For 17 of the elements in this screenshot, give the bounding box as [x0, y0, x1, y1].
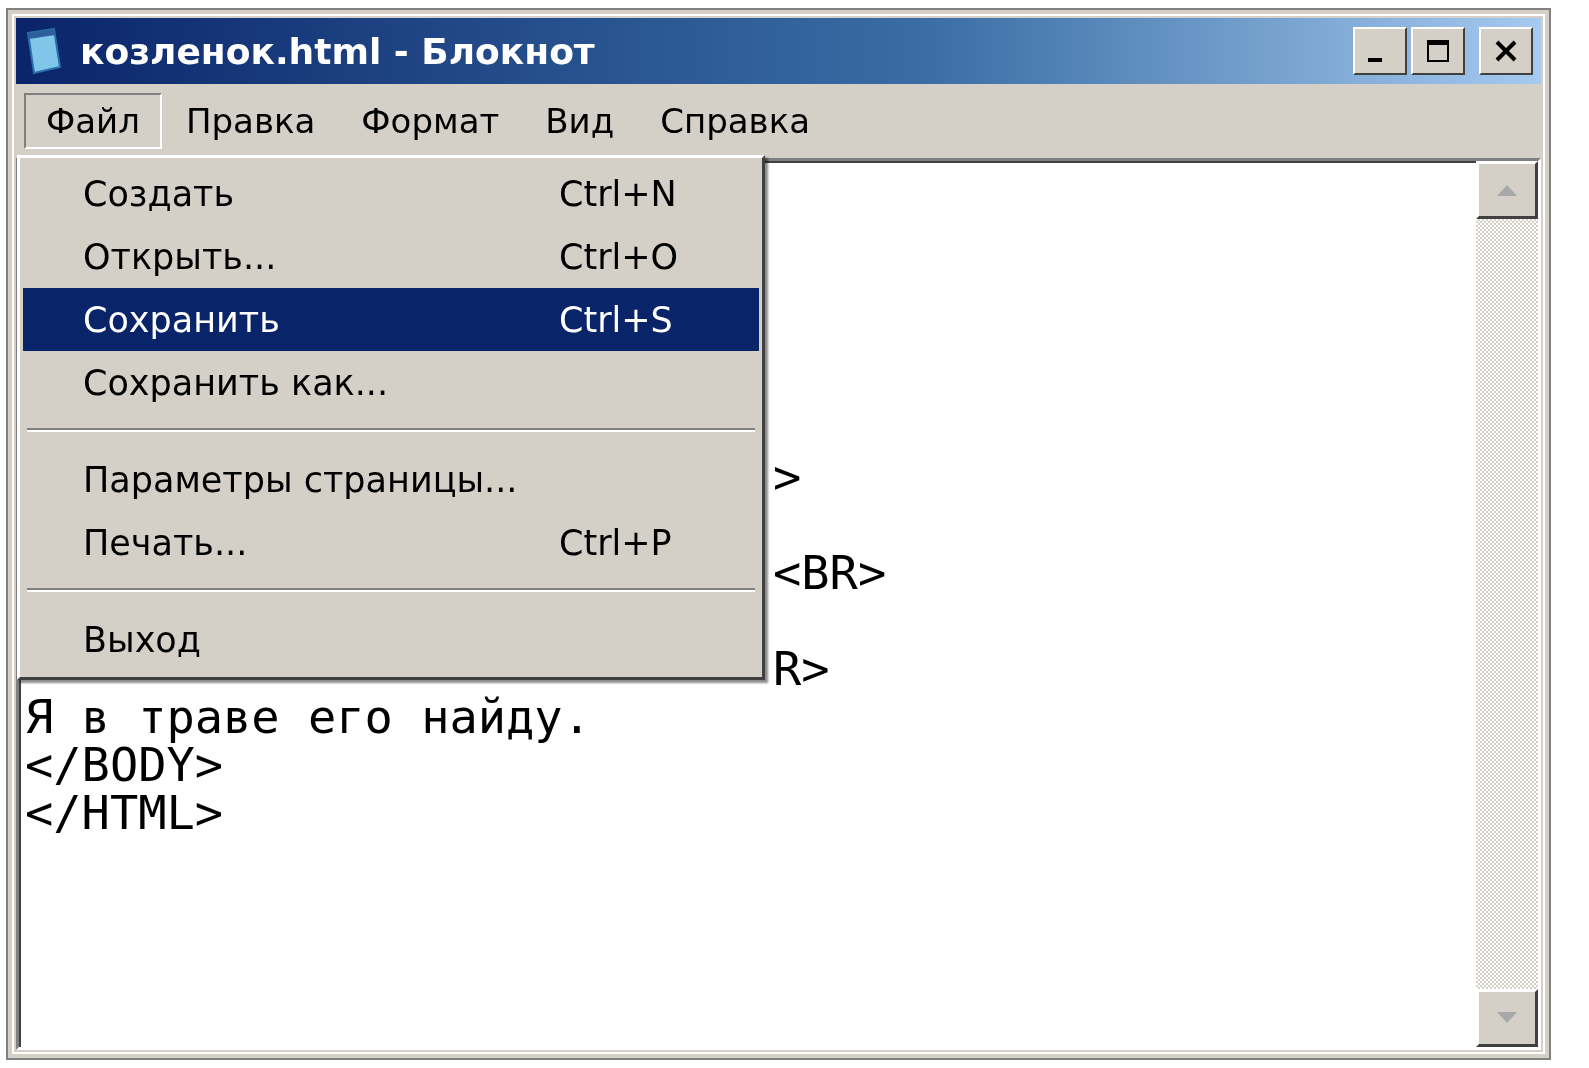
text-line: R> — [773, 641, 830, 696]
shortcut-label: Ctrl+O — [559, 236, 680, 277]
shortcut-label: Ctrl+P — [559, 522, 673, 563]
shortcut-label: Ctrl+N — [559, 173, 678, 214]
menu-item-label: Печать... — [83, 522, 249, 563]
menu-item-label: Выход — [83, 619, 202, 660]
menu-item-label: Сохранить — [83, 299, 281, 340]
menu-item-label: Сохранить как... — [83, 362, 390, 403]
text-line: > — [773, 449, 802, 504]
text-line: <BR> — [773, 545, 887, 600]
window-title: козленок.html - Блокнот — [80, 30, 595, 72]
text-line: </HTML> — [25, 785, 224, 840]
menu-item-label: Открыть... — [83, 236, 278, 277]
menu-item-label: Параметры страницы... — [83, 459, 519, 500]
text-line: Я в траве его найду. — [25, 689, 591, 744]
menu-item-label: Создать — [83, 173, 236, 214]
shortcut-label: Ctrl+S — [559, 299, 674, 340]
